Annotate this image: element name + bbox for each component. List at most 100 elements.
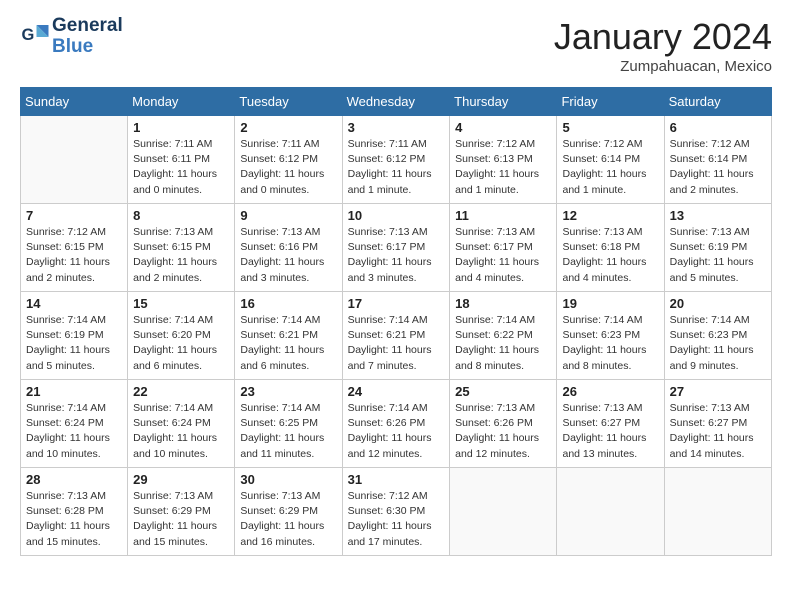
- day-detail: Sunrise: 7:14 AM Sunset: 6:20 PM Dayligh…: [133, 313, 229, 374]
- calendar-cell: 17Sunrise: 7:14 AM Sunset: 6:21 PM Dayli…: [342, 292, 450, 380]
- calendar-cell: 22 Sunrise: 7:14 AM Sunset: 6:24 PM Dayli…: [128, 380, 235, 468]
- day-number: 7: [26, 208, 122, 223]
- calendar-header-tuesday: Tuesday: [235, 88, 342, 116]
- day-number: 23: [240, 384, 336, 399]
- day-number: 26: [562, 384, 658, 399]
- calendar-cell: 19 Sunrise: 7:14 AM Sunset: 6:23 PM Dayli…: [557, 292, 664, 380]
- calendar-cell: [664, 468, 771, 556]
- calendar-table: SundayMondayTuesdayWednesdayThursdayFrid…: [20, 87, 772, 556]
- calendar-cell: 16 Sunrise: 7:14 AM Sunset: 6:21 PM Dayli…: [235, 292, 342, 380]
- calendar-cell: 10Sunrise: 7:13 AM Sunset: 6:17 PM Dayli…: [342, 204, 450, 292]
- day-number: 29: [133, 472, 229, 487]
- day-detail: Sunrise: 7:13 AM Sunset: 6:27 PM Dayligh…: [670, 401, 766, 462]
- calendar-cell: 27 Sunrise: 7:13 AM Sunset: 6:27 PM Dayli…: [664, 380, 771, 468]
- day-detail: Sunrise: 7:12 AM Sunset: 6:14 PM Dayligh…: [562, 137, 658, 198]
- calendar-cell: 20 Sunrise: 7:14 AM Sunset: 6:23 PM Dayli…: [664, 292, 771, 380]
- calendar-cell: 7 Sunrise: 7:12 AM Sunset: 6:15 PM Daylig…: [21, 204, 128, 292]
- calendar-cell: [21, 116, 128, 204]
- calendar-cell: 13Sunrise: 7:13 AM Sunset: 6:19 PM Dayli…: [664, 204, 771, 292]
- day-number: 15: [133, 296, 229, 311]
- calendar-cell: 21Sunrise: 7:14 AM Sunset: 6:24 PM Dayli…: [21, 380, 128, 468]
- day-detail: Sunrise: 7:11 AM Sunset: 6:12 PM Dayligh…: [348, 137, 445, 198]
- day-number: 22: [133, 384, 229, 399]
- day-detail: Sunrise: 7:14 AM Sunset: 6:25 PM Dayligh…: [240, 401, 336, 462]
- calendar-week-row: 1 Sunrise: 7:11 AM Sunset: 6:11 PM Daylig…: [21, 116, 772, 204]
- calendar-week-row: 28Sunrise: 7:13 AM Sunset: 6:28 PM Dayli…: [21, 468, 772, 556]
- calendar-cell: [557, 468, 664, 556]
- day-detail: Sunrise: 7:13 AM Sunset: 6:18 PM Dayligh…: [562, 225, 658, 286]
- day-number: 1: [133, 120, 229, 135]
- day-detail: Sunrise: 7:14 AM Sunset: 6:19 PM Dayligh…: [26, 313, 122, 374]
- calendar-cell: 29 Sunrise: 7:13 AM Sunset: 6:29 PM Dayli…: [128, 468, 235, 556]
- day-number: 14: [26, 296, 122, 311]
- day-detail: Sunrise: 7:14 AM Sunset: 6:24 PM Dayligh…: [26, 401, 122, 462]
- calendar-week-row: 7 Sunrise: 7:12 AM Sunset: 6:15 PM Daylig…: [21, 204, 772, 292]
- location: Zumpahuacan, Mexico: [554, 58, 772, 75]
- day-number: 18: [455, 296, 551, 311]
- day-detail: Sunrise: 7:14 AM Sunset: 6:21 PM Dayligh…: [240, 313, 336, 374]
- calendar-cell: 30 Sunrise: 7:13 AM Sunset: 6:29 PM Dayli…: [235, 468, 342, 556]
- day-detail: Sunrise: 7:13 AM Sunset: 6:15 PM Dayligh…: [133, 225, 229, 286]
- day-number: 12: [562, 208, 658, 223]
- day-number: 19: [562, 296, 658, 311]
- calendar-cell: 14 Sunrise: 7:14 AM Sunset: 6:19 PM Dayli…: [21, 292, 128, 380]
- calendar-header-friday: Friday: [557, 88, 664, 116]
- day-number: 6: [670, 120, 766, 135]
- calendar-week-row: 14 Sunrise: 7:14 AM Sunset: 6:19 PM Dayli…: [21, 292, 772, 380]
- day-number: 8: [133, 208, 229, 223]
- day-detail: Sunrise: 7:11 AM Sunset: 6:12 PM Dayligh…: [240, 137, 336, 198]
- day-number: 30: [240, 472, 336, 487]
- logo-icon: G: [20, 22, 50, 52]
- calendar-cell: 2 Sunrise: 7:11 AM Sunset: 6:12 PM Daylig…: [235, 116, 342, 204]
- header: G General Blue January 2024 Zumpahuacan,…: [20, 16, 772, 75]
- calendar-week-row: 21Sunrise: 7:14 AM Sunset: 6:24 PM Dayli…: [21, 380, 772, 468]
- day-detail: Sunrise: 7:13 AM Sunset: 6:29 PM Dayligh…: [133, 489, 229, 550]
- calendar-cell: 9Sunrise: 7:13 AM Sunset: 6:16 PM Daylig…: [235, 204, 342, 292]
- calendar-cell: 15 Sunrise: 7:14 AM Sunset: 6:20 PM Dayli…: [128, 292, 235, 380]
- calendar-header-monday: Monday: [128, 88, 235, 116]
- day-number: 13: [670, 208, 766, 223]
- day-detail: Sunrise: 7:13 AM Sunset: 6:16 PM Dayligh…: [240, 225, 336, 286]
- svg-text:G: G: [22, 26, 35, 44]
- day-number: 11: [455, 208, 551, 223]
- day-number: 27: [670, 384, 766, 399]
- calendar-header-wednesday: Wednesday: [342, 88, 450, 116]
- day-number: 4: [455, 120, 551, 135]
- page: G General Blue January 2024 Zumpahuacan,…: [0, 0, 792, 566]
- day-number: 16: [240, 296, 336, 311]
- day-detail: Sunrise: 7:12 AM Sunset: 6:30 PM Dayligh…: [348, 489, 445, 550]
- day-detail: Sunrise: 7:14 AM Sunset: 6:24 PM Dayligh…: [133, 401, 229, 462]
- calendar-cell: 4Sunrise: 7:12 AM Sunset: 6:13 PM Daylig…: [450, 116, 557, 204]
- calendar-cell: 28Sunrise: 7:13 AM Sunset: 6:28 PM Dayli…: [21, 468, 128, 556]
- calendar-cell: 8 Sunrise: 7:13 AM Sunset: 6:15 PM Daylig…: [128, 204, 235, 292]
- calendar-cell: 24Sunrise: 7:14 AM Sunset: 6:26 PM Dayli…: [342, 380, 450, 468]
- day-detail: Sunrise: 7:13 AM Sunset: 6:29 PM Dayligh…: [240, 489, 336, 550]
- day-detail: Sunrise: 7:14 AM Sunset: 6:23 PM Dayligh…: [562, 313, 658, 374]
- day-number: 28: [26, 472, 122, 487]
- day-detail: Sunrise: 7:12 AM Sunset: 6:15 PM Dayligh…: [26, 225, 122, 286]
- calendar-cell: 12 Sunrise: 7:13 AM Sunset: 6:18 PM Dayli…: [557, 204, 664, 292]
- day-detail: Sunrise: 7:13 AM Sunset: 6:27 PM Dayligh…: [562, 401, 658, 462]
- calendar-header-saturday: Saturday: [664, 88, 771, 116]
- calendar-header-row: SundayMondayTuesdayWednesdayThursdayFrid…: [21, 88, 772, 116]
- calendar-cell: 26 Sunrise: 7:13 AM Sunset: 6:27 PM Dayli…: [557, 380, 664, 468]
- calendar-cell: 25Sunrise: 7:13 AM Sunset: 6:26 PM Dayli…: [450, 380, 557, 468]
- day-number: 20: [670, 296, 766, 311]
- day-number: 2: [240, 120, 336, 135]
- calendar-cell: 31Sunrise: 7:12 AM Sunset: 6:30 PM Dayli…: [342, 468, 450, 556]
- calendar-cell: 6Sunrise: 7:12 AM Sunset: 6:14 PM Daylig…: [664, 116, 771, 204]
- day-detail: Sunrise: 7:13 AM Sunset: 6:17 PM Dayligh…: [348, 225, 445, 286]
- day-number: 5: [562, 120, 658, 135]
- day-detail: Sunrise: 7:14 AM Sunset: 6:22 PM Dayligh…: [455, 313, 551, 374]
- calendar-header-thursday: Thursday: [450, 88, 557, 116]
- day-number: 24: [348, 384, 445, 399]
- calendar-cell: 18 Sunrise: 7:14 AM Sunset: 6:22 PM Dayli…: [450, 292, 557, 380]
- day-detail: Sunrise: 7:14 AM Sunset: 6:23 PM Dayligh…: [670, 313, 766, 374]
- day-number: 17: [348, 296, 445, 311]
- calendar-cell: 3Sunrise: 7:11 AM Sunset: 6:12 PM Daylig…: [342, 116, 450, 204]
- day-detail: Sunrise: 7:13 AM Sunset: 6:17 PM Dayligh…: [455, 225, 551, 286]
- day-detail: Sunrise: 7:11 AM Sunset: 6:11 PM Dayligh…: [133, 137, 229, 198]
- day-number: 25: [455, 384, 551, 399]
- calendar-cell: 5 Sunrise: 7:12 AM Sunset: 6:14 PM Daylig…: [557, 116, 664, 204]
- calendar-cell: 23 Sunrise: 7:14 AM Sunset: 6:25 PM Dayli…: [235, 380, 342, 468]
